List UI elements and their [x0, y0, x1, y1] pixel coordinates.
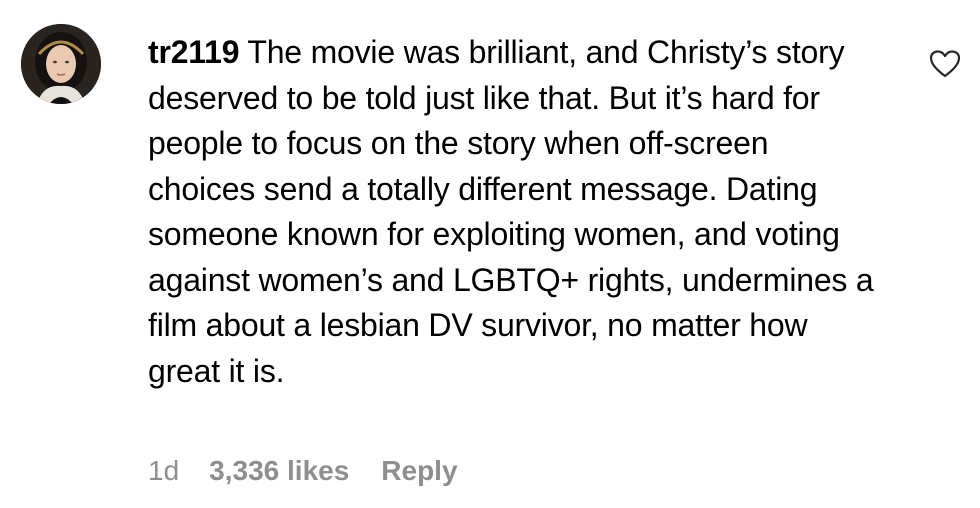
username-link[interactable]: tr2119 [148, 34, 240, 70]
heart-outline-icon[interactable] [929, 50, 961, 78]
reply-button[interactable]: Reply [381, 455, 457, 487]
timestamp[interactable]: 1d [148, 455, 179, 487]
comment-text: The movie was brilliant, and Christy’s s… [148, 34, 874, 389]
portrait-avatar-icon [21, 24, 101, 104]
comment-body: tr2119 The movie was brilliant, and Chris… [148, 30, 878, 394]
comment-meta: 1d 3,336 likes Reply [148, 455, 458, 487]
avatar[interactable] [21, 24, 101, 104]
likes-count[interactable]: 3,336 likes [209, 455, 349, 487]
comment-item: tr2119 The movie was brilliant, and Chris… [0, 0, 980, 508]
